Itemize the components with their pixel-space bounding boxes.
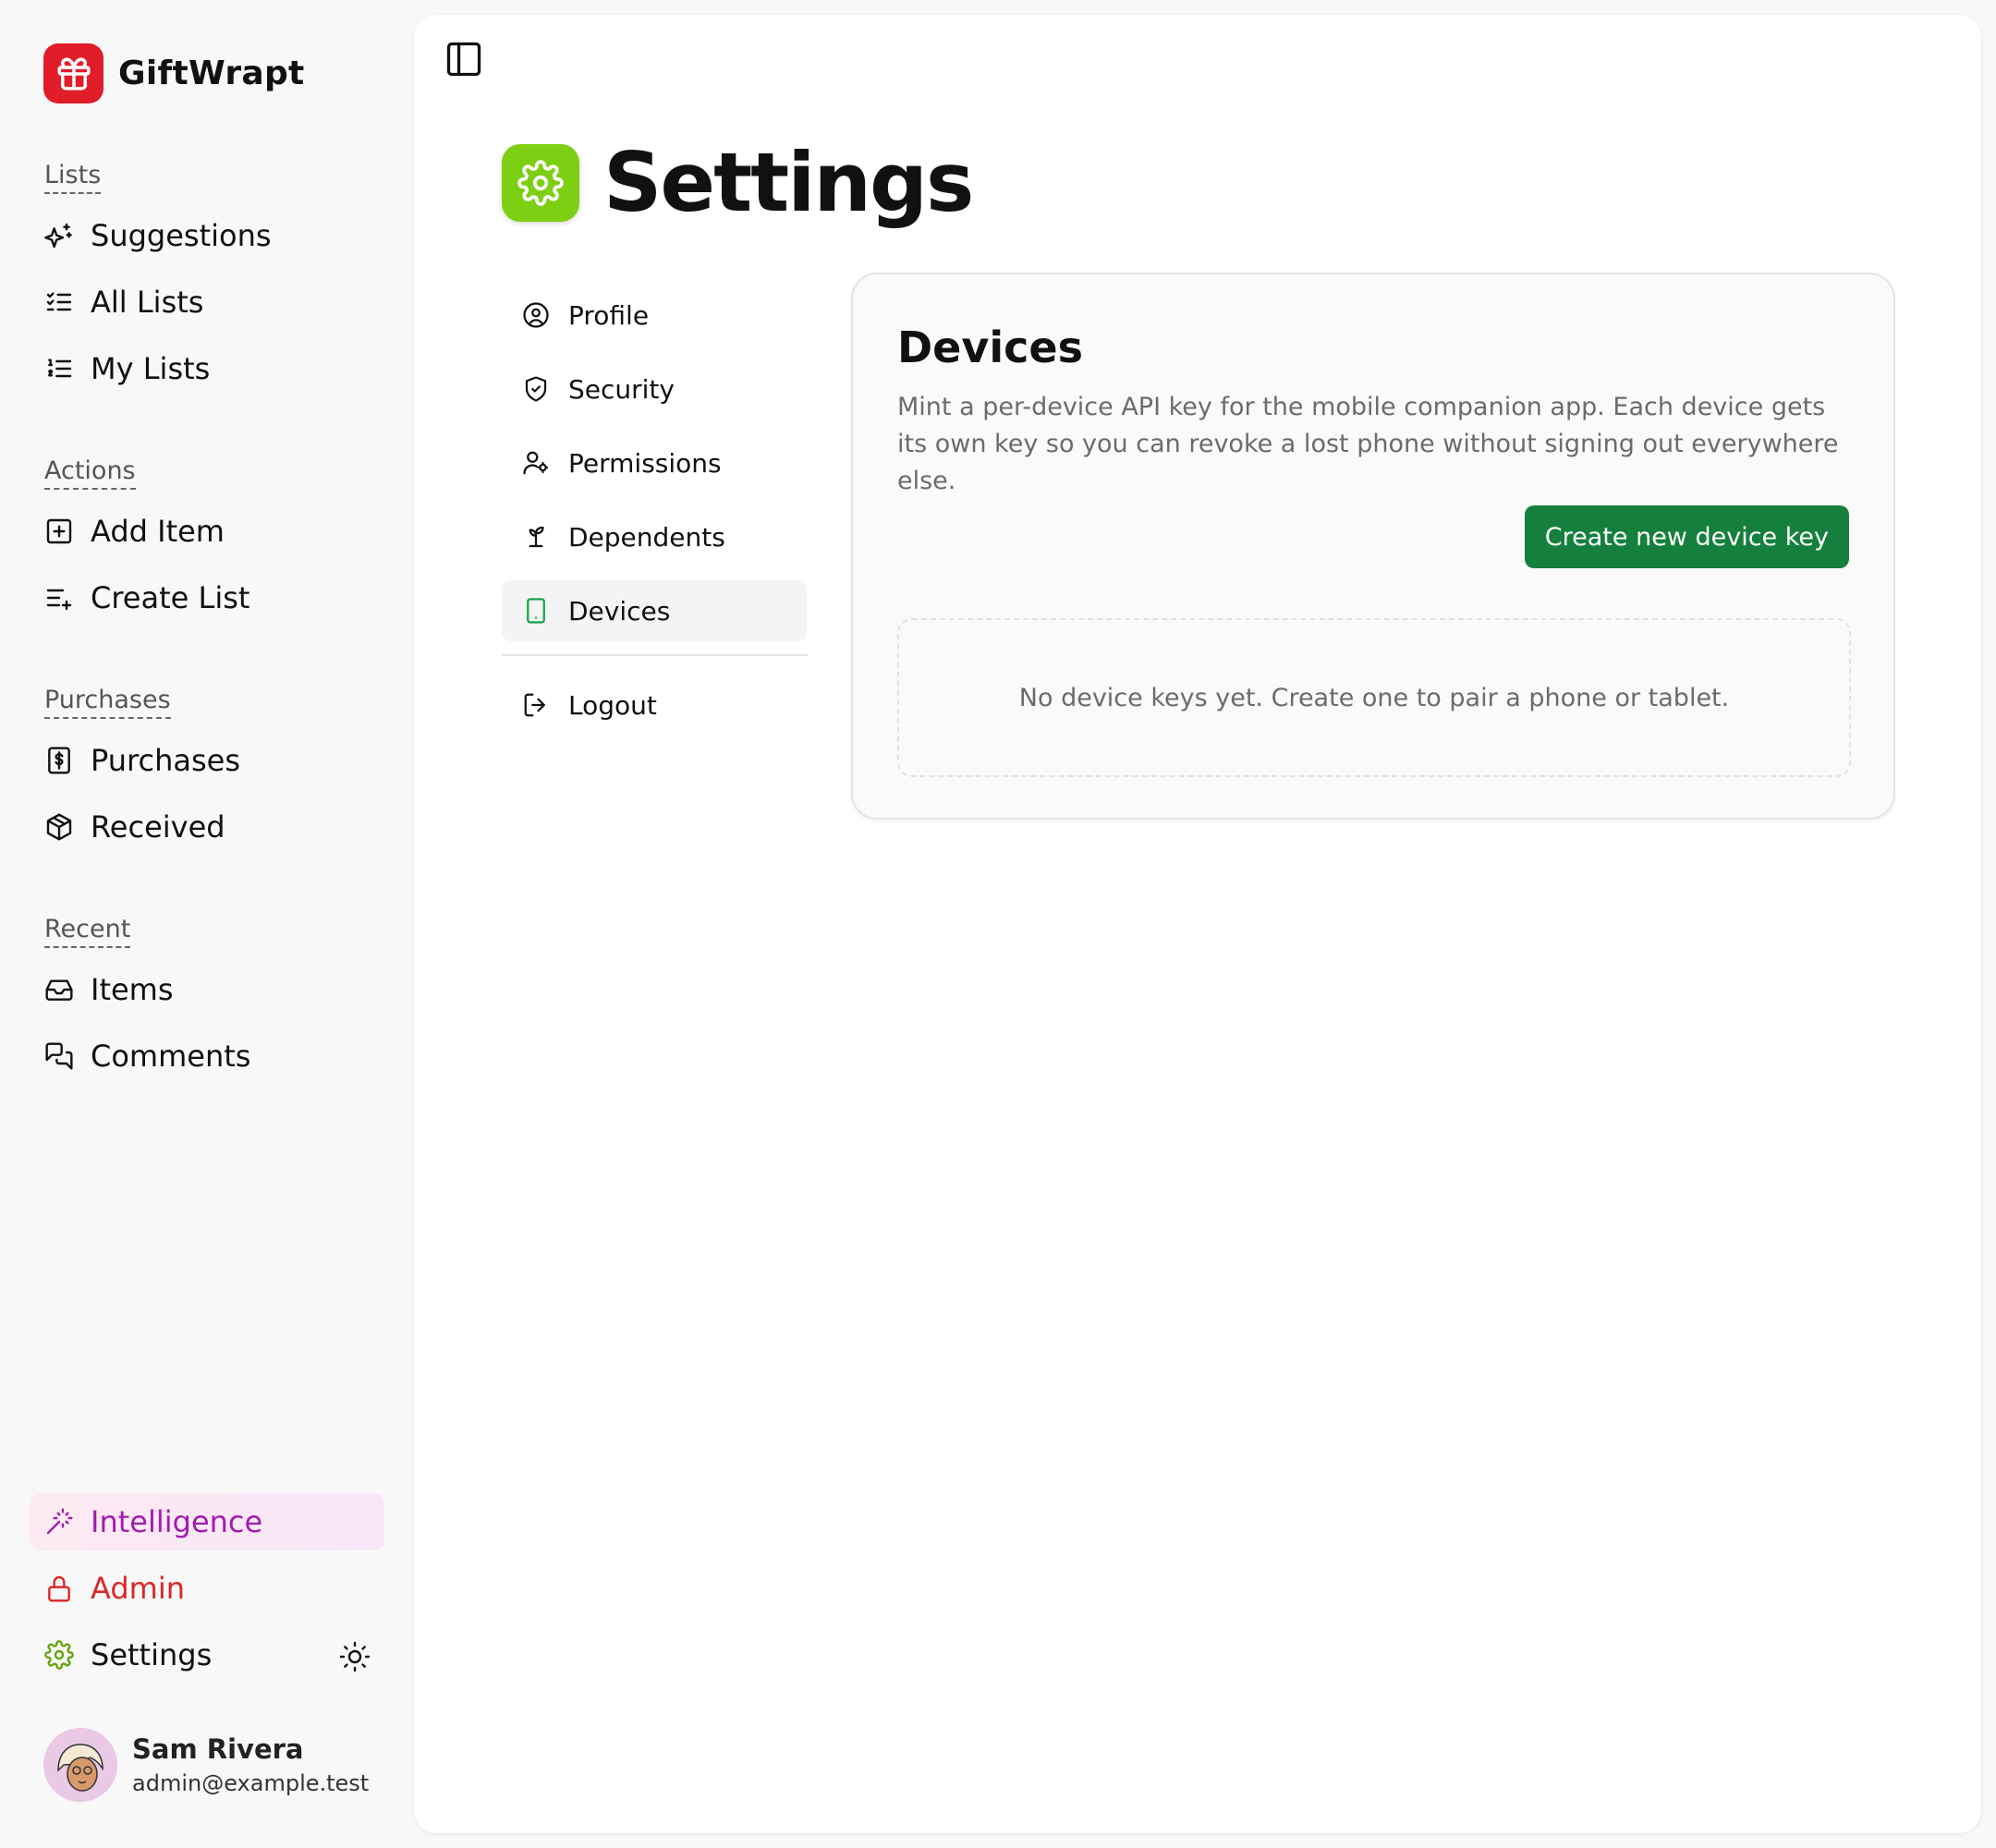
logout-button[interactable]: Logout bbox=[502, 675, 807, 736]
settings-nav-label: Profile bbox=[568, 299, 650, 331]
sidebar: GiftWrapt Lists Suggestions All Lists My… bbox=[0, 0, 414, 1848]
package-open-icon bbox=[44, 812, 74, 842]
shield-check-icon bbox=[522, 375, 550, 403]
brand[interactable]: GiftWrapt bbox=[43, 43, 305, 103]
sidebar-item-label: All Lists bbox=[91, 285, 204, 320]
sidebar-item-add-item[interactable]: Add Item bbox=[30, 503, 384, 560]
settings-nav: Profile Security Permissions Dependents bbox=[502, 285, 809, 748]
settings-nav-divider bbox=[502, 654, 809, 656]
receipt-icon bbox=[44, 746, 74, 775]
user-circle-icon bbox=[522, 301, 550, 329]
sidebar-item-received[interactable]: Received bbox=[30, 798, 384, 856]
sidebar-item-create-list[interactable]: Create List bbox=[30, 569, 384, 626]
settings-nav-label: Devices bbox=[568, 595, 671, 626]
settings-nav-security[interactable]: Security bbox=[502, 359, 807, 419]
sidebar-item-label: My Lists bbox=[91, 351, 211, 386]
sidebar-item-label: Comments bbox=[91, 1039, 251, 1074]
lock-icon bbox=[44, 1574, 74, 1603]
user-profile[interactable]: Sam Rivera admin@example.test bbox=[43, 1728, 369, 1802]
sidebar-item-label: Create List bbox=[91, 580, 250, 615]
section-label-lists: Lists bbox=[44, 161, 102, 195]
settings-nav-dependents[interactable]: Dependents bbox=[502, 506, 807, 567]
sidebar-item-admin[interactable]: Admin bbox=[30, 1560, 384, 1617]
sidebar-item-label: Intelligence bbox=[91, 1504, 263, 1539]
gear-icon bbox=[502, 143, 579, 222]
sidebar-item-all-lists[interactable]: All Lists bbox=[30, 274, 384, 331]
sidebar-item-suggestions[interactable]: Suggestions bbox=[30, 207, 384, 264]
sidebar-item-intelligence[interactable]: Intelligence bbox=[30, 1493, 384, 1550]
devices-description: Mint a per-device API key for the mobile… bbox=[897, 393, 1839, 495]
app-root: GiftWrapt Lists Suggestions All Lists My… bbox=[0, 0, 1996, 1848]
main-panel: Settings Profile Security Permissions De… bbox=[414, 15, 1981, 1833]
settings-nav-permissions[interactable]: Permissions bbox=[502, 432, 807, 493]
sidebar-item-my-lists[interactable]: My Lists bbox=[30, 340, 384, 397]
gear-icon bbox=[44, 1640, 74, 1670]
sidebar-item-settings[interactable]: Settings bbox=[30, 1626, 384, 1684]
user-email: admin@example.test bbox=[132, 1770, 370, 1796]
sidebar-item-items[interactable]: Items bbox=[30, 961, 384, 1018]
sidebar-item-label: Purchases bbox=[91, 743, 240, 778]
logout-icon bbox=[522, 691, 550, 719]
app-name: GiftWrapt bbox=[118, 55, 305, 92]
messages-icon bbox=[44, 1041, 74, 1071]
section-label-actions: Actions bbox=[44, 456, 136, 491]
avatar bbox=[43, 1728, 117, 1802]
sparkles-icon bbox=[44, 221, 74, 250]
sidebar-item-label: Received bbox=[91, 809, 225, 845]
sidebar-item-label: Suggestions bbox=[91, 218, 272, 253]
page-title: Settings bbox=[603, 135, 974, 230]
list-checks-icon bbox=[44, 287, 74, 317]
section-label-purchases: Purchases bbox=[44, 686, 171, 720]
settings-nav-profile[interactable]: Profile bbox=[502, 285, 807, 346]
square-plus-icon bbox=[44, 517, 74, 546]
settings-nav-label: Dependents bbox=[568, 521, 725, 553]
sidebar-item-comments[interactable]: Comments bbox=[30, 1027, 384, 1085]
sidebar-item-purchases[interactable]: Purchases bbox=[30, 732, 384, 789]
gift-icon bbox=[43, 43, 103, 103]
sun-icon[interactable] bbox=[338, 1640, 371, 1673]
magic-wand-icon bbox=[44, 1507, 74, 1537]
list-plus-icon bbox=[44, 583, 74, 613]
sidebar-toggle-icon[interactable] bbox=[444, 39, 484, 79]
list-ordered-icon bbox=[44, 354, 74, 383]
settings-nav-devices[interactable]: Devices bbox=[502, 580, 807, 641]
sidebar-item-label: Items bbox=[91, 972, 174, 1007]
sidebar-item-label: Add Item bbox=[91, 514, 225, 549]
devices-card: Devices Mint a per-device API key for th… bbox=[851, 273, 1895, 820]
inbox-icon bbox=[44, 975, 74, 1004]
user-name: Sam Rivera bbox=[132, 1733, 304, 1765]
section-label-recent: Recent bbox=[44, 915, 131, 949]
devices-title: Devices bbox=[897, 322, 1083, 372]
empty-state-text: No device keys yet. Create one to pair a… bbox=[1018, 683, 1730, 712]
settings-nav-label: Permissions bbox=[568, 447, 722, 479]
create-device-key-button[interactable]: Create new device key bbox=[1524, 505, 1849, 568]
tablet-icon bbox=[522, 597, 550, 625]
sidebar-item-label: Settings bbox=[91, 1637, 213, 1672]
sprout-icon bbox=[522, 523, 550, 551]
settings-nav-label: Security bbox=[568, 373, 675, 405]
sidebar-item-label: Admin bbox=[91, 1571, 185, 1606]
user-cog-icon bbox=[522, 449, 550, 477]
devices-empty-state: No device keys yet. Create one to pair a… bbox=[897, 618, 1851, 777]
page-header: Settings bbox=[502, 135, 974, 230]
logout-label: Logout bbox=[568, 689, 657, 721]
